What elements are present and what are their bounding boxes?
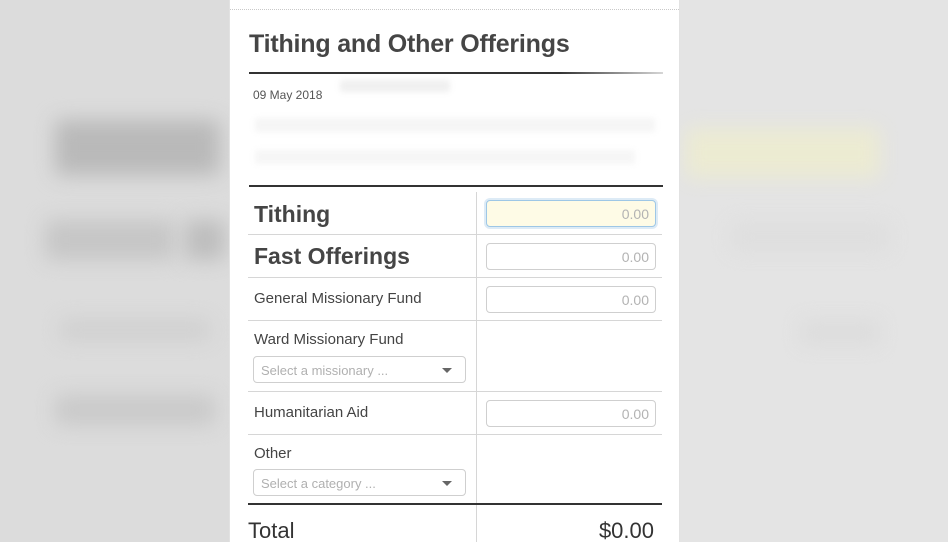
chevron-down-icon xyxy=(442,368,452,373)
row-label-general-missionary-fund: General Missionary Fund xyxy=(254,290,422,307)
redacted-details-2 xyxy=(255,150,635,164)
perforation-divider xyxy=(230,9,679,10)
row-label-tithing: Tithing xyxy=(254,201,331,227)
humanitarian-aid-amount-input[interactable] xyxy=(486,400,656,427)
fast-offerings-amount-input[interactable] xyxy=(486,243,656,270)
title-rule xyxy=(249,72,663,74)
slip-date: 09 May 2018 xyxy=(253,88,323,102)
background-left-panel xyxy=(0,0,229,542)
missionary-select-placeholder: Select a missionary ... xyxy=(261,363,389,378)
total-row: Total $0.00 xyxy=(248,505,662,542)
row-label-other: Other xyxy=(254,445,292,462)
background-right-panel xyxy=(680,0,948,542)
section-rule xyxy=(249,185,663,187)
row-fast-offerings: Fast Offerings xyxy=(248,235,662,278)
row-label-fast-offerings: Fast Offerings xyxy=(254,243,410,269)
category-select-placeholder: Select a category ... xyxy=(261,476,376,491)
row-general-missionary-fund: General Missionary Fund xyxy=(248,278,662,321)
general-missionary-amount-input[interactable] xyxy=(486,286,656,313)
chevron-down-icon xyxy=(442,481,452,486)
tithing-amount-input[interactable] xyxy=(486,200,656,227)
row-ward-missionary-fund: Ward Missionary Fund Select a missionary… xyxy=(248,321,662,392)
redacted-address xyxy=(340,80,450,92)
row-label-ward-missionary-fund: Ward Missionary Fund xyxy=(254,331,404,348)
row-label-humanitarian-aid: Humanitarian Aid xyxy=(254,404,369,421)
row-other: Other Select a category ... xyxy=(248,435,662,503)
row-humanitarian-aid: Humanitarian Aid xyxy=(248,392,662,435)
redacted-details xyxy=(255,118,655,132)
donation-rows: Tithing Fast Offerings General Missionar… xyxy=(248,192,662,503)
page-title: Tithing and Other Offerings xyxy=(249,30,570,58)
missionary-select[interactable]: Select a missionary ... xyxy=(253,356,466,383)
row-tithing: Tithing xyxy=(248,192,662,235)
category-select[interactable]: Select a category ... xyxy=(253,469,466,496)
total-value: $0.00 xyxy=(598,518,654,542)
total-label: Total xyxy=(248,518,295,542)
